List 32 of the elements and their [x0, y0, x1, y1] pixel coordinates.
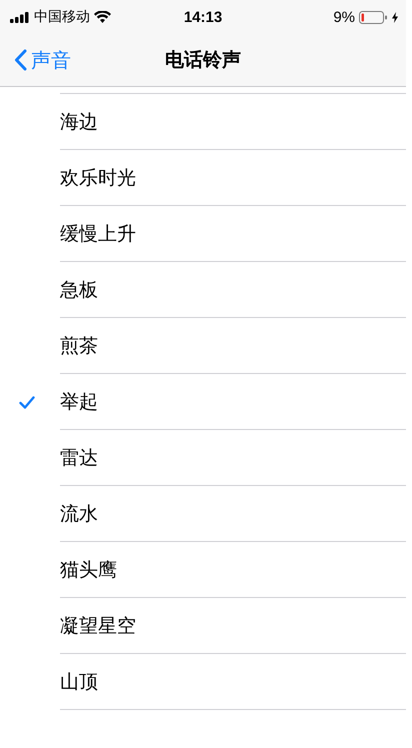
battery-percent: 9% [333, 8, 355, 26]
ringtone-item[interactable]: 雷达 [0, 430, 406, 486]
ringtone-name: 山顶 [60, 670, 98, 695]
chevron-left-icon [14, 49, 27, 71]
ringtone-name: 缓慢上升 [60, 222, 136, 247]
signal-icon [10, 12, 30, 22]
ringtone-name: 猫头鹰 [60, 558, 117, 583]
battery-icon [359, 10, 388, 24]
ringtone-name: 凝望星空 [60, 614, 136, 639]
ringtone-name: 急板 [60, 278, 98, 303]
carrier-name: 中国移动 [34, 8, 90, 26]
ringtone-item[interactable]: 欢乐时光 [0, 150, 406, 206]
ringtone-item[interactable]: 猫头鹰 [0, 542, 406, 598]
clock-time: 14:13 [184, 8, 222, 26]
ringtone-item[interactable]: 举起 [0, 374, 406, 430]
ringtone-name: 海边 [60, 110, 98, 135]
ringtone-item[interactable]: 流水 [0, 486, 406, 542]
back-button[interactable]: 声音 [0, 46, 71, 74]
ringtone-item[interactable]: 凝望星空 [0, 598, 406, 654]
wifi-icon [94, 11, 111, 23]
ringtone-item[interactable]: 煎茶 [0, 318, 406, 374]
ringtone-item[interactable]: 缓慢上升 [0, 206, 406, 262]
ringtone-name: 雷达 [60, 446, 98, 471]
ringtone-item[interactable]: 海边 [0, 94, 406, 150]
ringtone-name: 举起 [60, 390, 98, 415]
ringtone-item[interactable]: 急板 [0, 262, 406, 318]
ringtone-name: 流水 [60, 502, 98, 527]
charging-bolt-icon [392, 12, 398, 22]
ringtone-name: 煎茶 [60, 334, 98, 359]
ringtone-item[interactable]: 山顶 [0, 654, 406, 710]
ringtone-name: 欢乐时光 [60, 166, 136, 191]
page-title: 电话铃声 [165, 48, 241, 73]
